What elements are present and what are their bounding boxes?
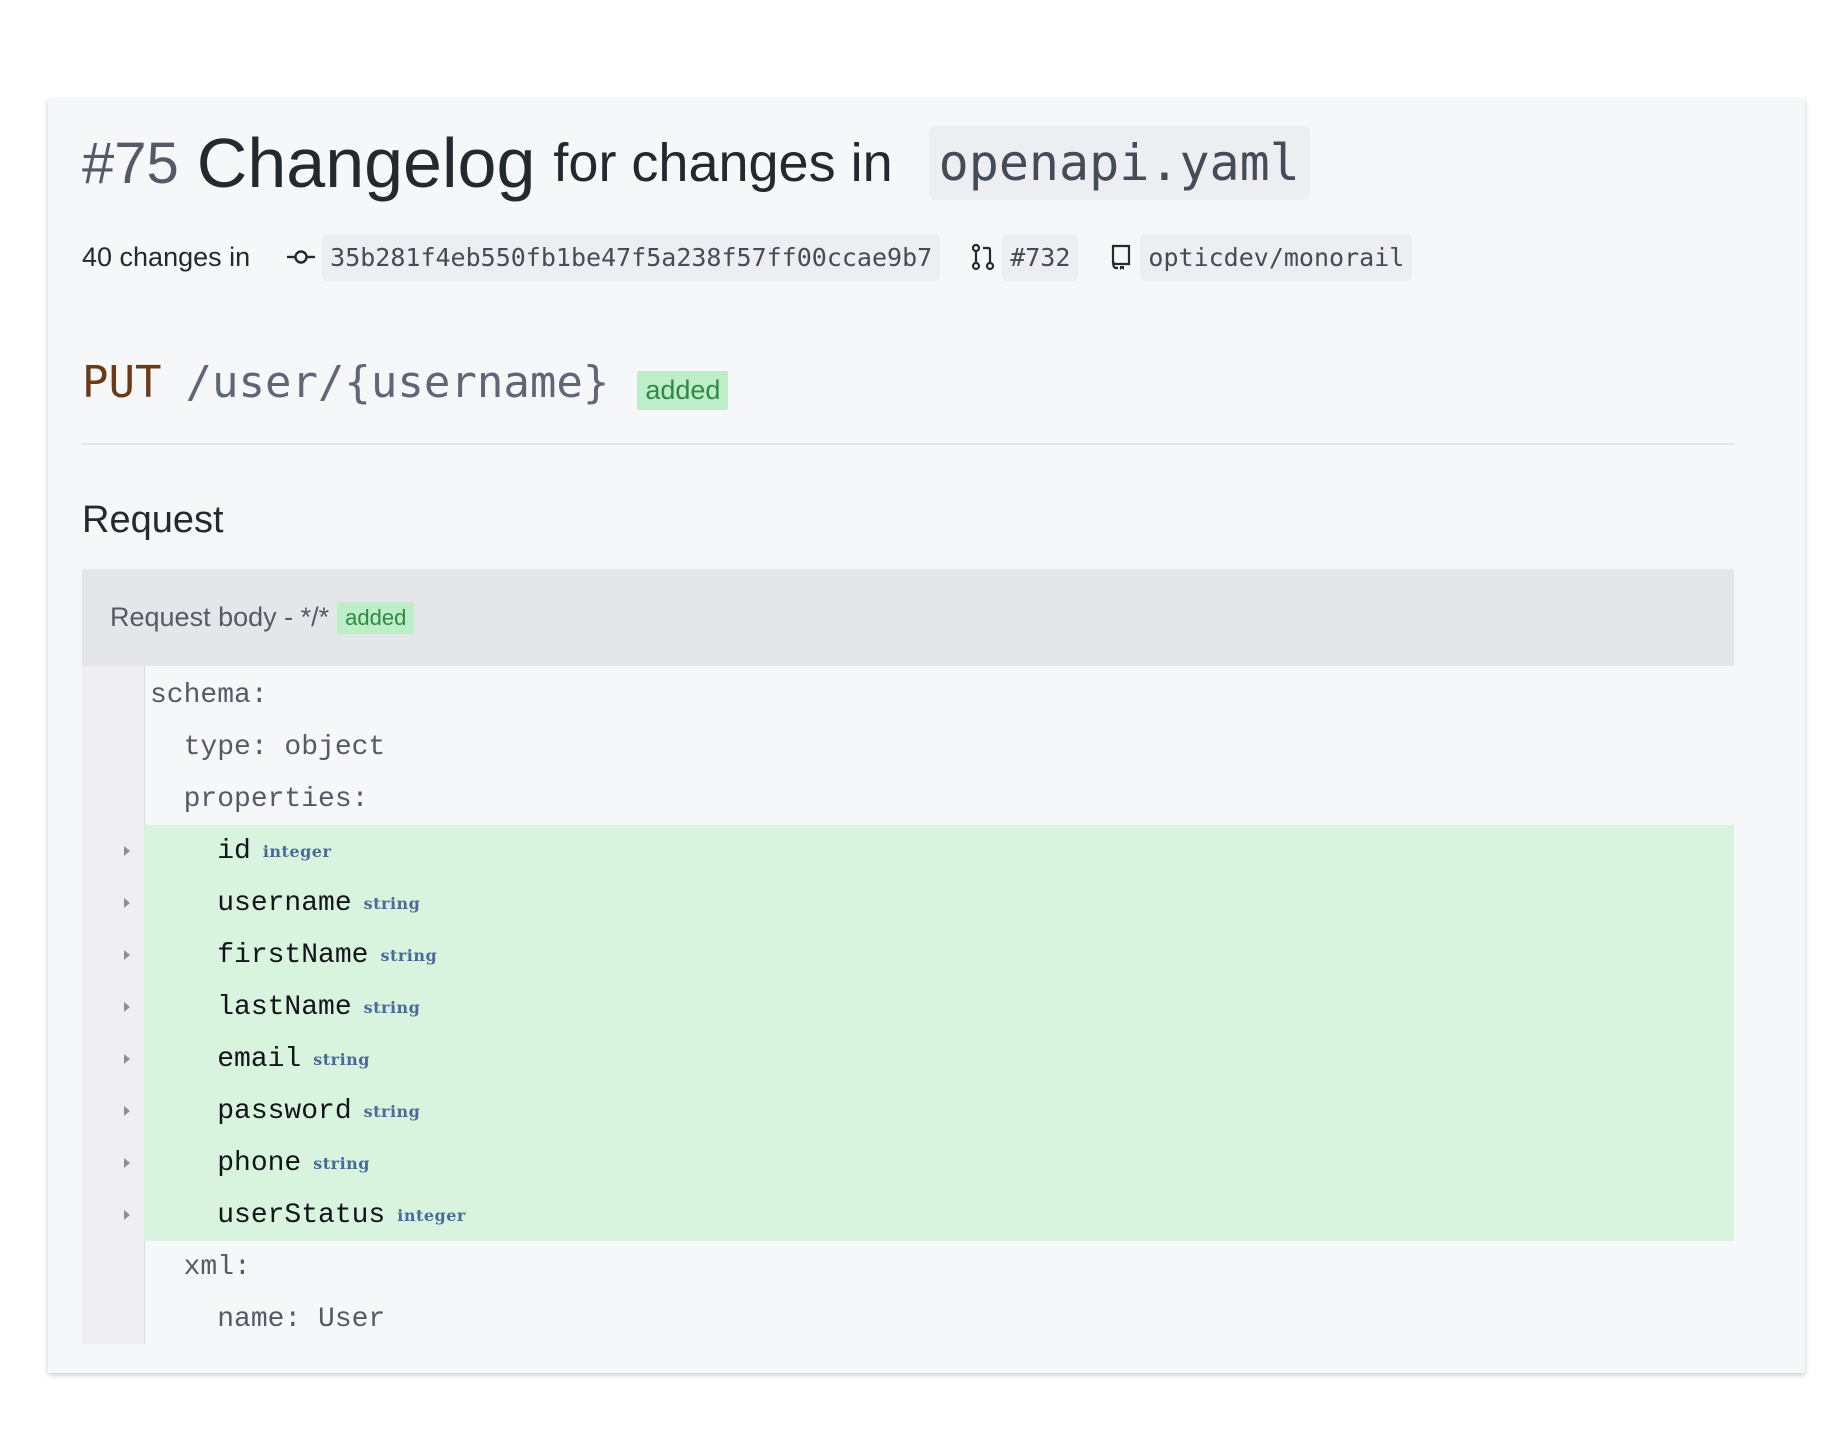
divider: [82, 443, 1734, 445]
code-text: password: [150, 1095, 352, 1127]
code-text: xml:: [150, 1251, 251, 1283]
pull-request-icon: [970, 243, 996, 271]
property-type-tag: string: [313, 1153, 370, 1173]
commit-icon: [286, 247, 316, 267]
change-meta: 40 changes in 35b281f4eb550fb1be47f5a238…: [82, 230, 1442, 284]
expand-caret-icon[interactable]: [124, 1002, 130, 1012]
added-badge: added: [637, 371, 729, 410]
request-body-header: Request body - */* added: [82, 569, 1734, 666]
expand-caret-icon[interactable]: [124, 950, 130, 960]
schema-property-row[interactable]: phone string: [124, 1137, 1734, 1189]
file-name-chip: openapi.yaml: [928, 126, 1310, 200]
title-suffix: for changes in: [553, 133, 893, 193]
code-text: properties:: [150, 783, 369, 815]
expand-caret-icon[interactable]: [124, 1158, 130, 1168]
request-body-added-badge: added: [337, 601, 415, 634]
expand-caret-icon[interactable]: [124, 846, 130, 856]
code-text: id: [150, 835, 251, 867]
changelog-title: Changelog: [196, 124, 536, 202]
expand-caret-icon[interactable]: [124, 1106, 130, 1116]
schema-line: type: object: [144, 721, 1734, 773]
code-text: username: [150, 887, 352, 919]
schema-line: schema:: [144, 669, 1734, 721]
repository-name[interactable]: opticdev/monorail: [1140, 233, 1413, 281]
http-method: PUT: [82, 357, 162, 408]
property-type-tag: integer: [262, 841, 332, 861]
property-type-tag: string: [363, 1101, 421, 1121]
changelog-number: #75: [82, 130, 179, 196]
code-text: userStatus: [150, 1199, 386, 1231]
page-title: #75 Changelog for changes in openapi.yam…: [82, 123, 1310, 203]
code-text: email: [150, 1043, 302, 1075]
schema-property-row[interactable]: userStatus integer: [124, 1189, 1734, 1241]
change-count: 40 changes in: [82, 241, 251, 272]
schema-code-view: schema: type: object properties: id integ…: [82, 666, 1734, 1344]
schema-line: xml:: [144, 1241, 1734, 1293]
property-type-tag: string: [363, 893, 421, 913]
property-type-tag: string: [380, 945, 438, 965]
code-text: name: User: [150, 1303, 386, 1335]
code-text: phone: [150, 1147, 302, 1179]
expand-caret-icon[interactable]: [124, 1210, 130, 1220]
code-text: type: object: [150, 731, 386, 763]
schema-property-row[interactable]: id integer: [124, 825, 1734, 877]
schema-property-row[interactable]: lastName string: [124, 981, 1734, 1033]
code-text: schema:: [150, 679, 268, 711]
schema-line: name: User: [144, 1293, 1734, 1345]
schema-property-row[interactable]: email string: [124, 1033, 1734, 1085]
expand-caret-icon[interactable]: [124, 898, 130, 908]
commit-hash[interactable]: 35b281f4eb550fb1be47f5a238f57ff00ccae9b7: [322, 233, 941, 281]
code-text: lastName: [150, 991, 352, 1023]
property-type-tag: integer: [397, 1205, 466, 1225]
schema-property-row[interactable]: firstName string: [124, 929, 1734, 981]
property-type-tag: string: [363, 997, 421, 1017]
schema-line: properties:: [144, 773, 1734, 825]
request-body-label: Request body - */*: [110, 602, 330, 632]
endpoint-heading: PUT /user/{username} added: [82, 357, 729, 410]
schema-property-row[interactable]: username string: [124, 877, 1734, 929]
endpoint-path: /user/{username}: [185, 357, 610, 408]
code-gutter: [82, 666, 145, 1344]
property-type-tag: string: [313, 1049, 370, 1069]
request-section-title: Request: [82, 499, 224, 541]
code-text: firstName: [150, 939, 369, 971]
pull-request-number[interactable]: #732: [1002, 233, 1079, 281]
schema-property-row[interactable]: password string: [124, 1085, 1734, 1137]
changelog-card: #75 Changelog for changes in openapi.yam…: [48, 99, 1805, 1373]
repo-icon: [1108, 243, 1134, 271]
expand-caret-icon[interactable]: [124, 1054, 130, 1064]
